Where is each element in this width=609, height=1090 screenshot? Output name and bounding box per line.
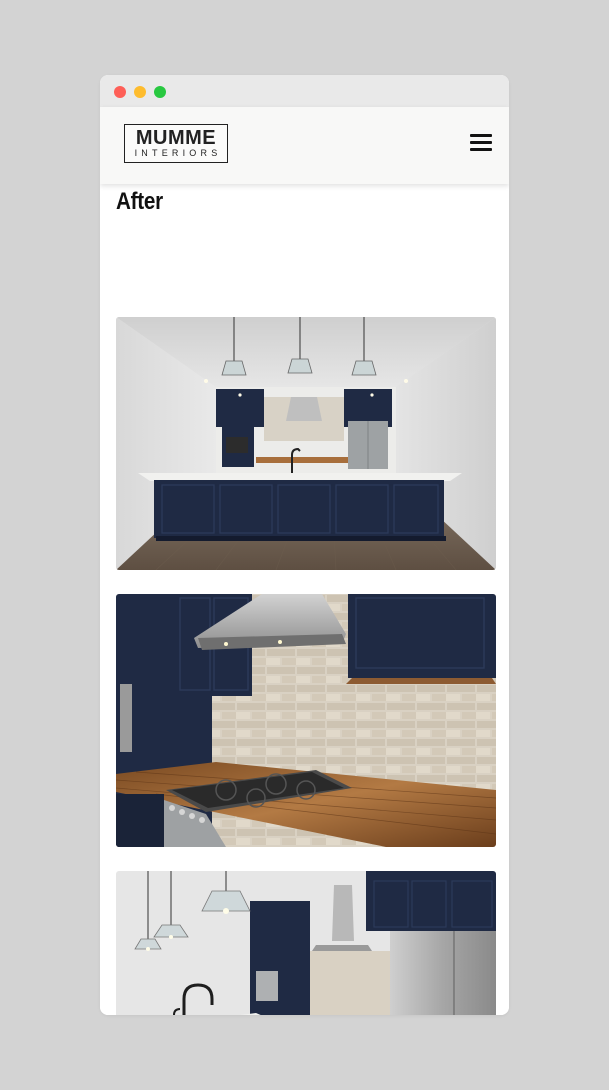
menu-bar-bottom [470, 148, 492, 151]
hamburger-menu-icon[interactable] [470, 132, 492, 154]
kitchen-island-photo [116, 317, 496, 570]
minimize-window-button[interactable] [134, 86, 146, 98]
range-hood-photo [116, 594, 496, 847]
gallery-image-island-sink[interactable] [116, 871, 496, 1015]
menu-bar-top [470, 134, 492, 137]
page-content: After [100, 184, 509, 1015]
site-header: MUMME INTERIORS [100, 107, 509, 184]
maximize-window-button[interactable] [154, 86, 166, 98]
gallery-image-kitchen-island[interactable] [116, 317, 496, 570]
section-title: After [116, 188, 163, 215]
site-logo[interactable]: MUMME INTERIORS [124, 124, 228, 163]
island-sink-photo [116, 871, 496, 1015]
logo-wordmark: MUMME [135, 126, 217, 149]
window-titlebar [100, 75, 509, 107]
menu-bar-middle [470, 141, 492, 144]
browser-window: MUMME INTERIORS After [100, 75, 509, 1015]
close-window-button[interactable] [114, 86, 126, 98]
gallery-image-range-hood[interactable] [116, 594, 496, 847]
logo-subtitle: INTERIORS [134, 147, 222, 158]
